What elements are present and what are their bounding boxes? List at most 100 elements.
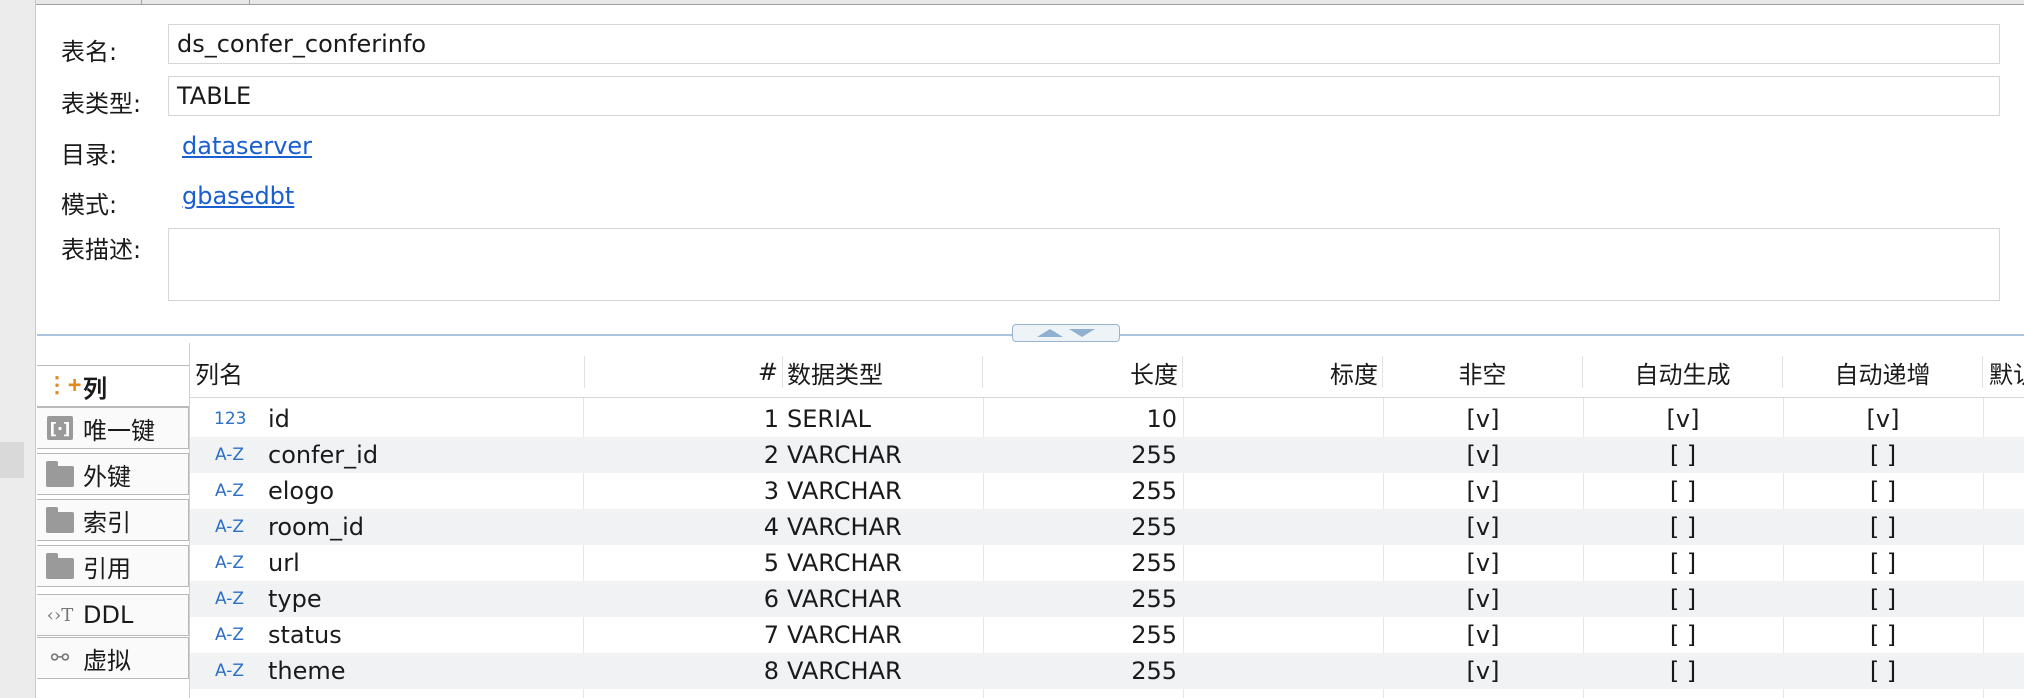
ordinal-cell: 3 (585, 473, 779, 509)
header-auto-increment[interactable]: 自动递增 (1783, 356, 1983, 389)
description-label: 表描述: (61, 236, 142, 264)
ordinal-cell: 7 (585, 617, 779, 653)
header-scale[interactable]: 标度 (1183, 356, 1383, 389)
auto-increment-cell-text: [ ] (1869, 621, 1897, 649)
not-null-cell-text: [v] (1466, 513, 1500, 541)
auto-increment-cell[interactable]: [ ] (1783, 653, 1983, 689)
not-null-cell-text: [v] (1466, 477, 1500, 505)
length-cell-text: 10 (1146, 405, 1177, 433)
auto-generated-cell[interactable]: [v] (1583, 401, 1783, 437)
column-name-cell-text: status (268, 621, 342, 649)
numeric-type-icon: 123 (214, 409, 247, 429)
collapse-up-icon[interactable] (1037, 329, 1063, 337)
description-field[interactable] (168, 228, 2000, 301)
expand-down-icon[interactable] (1069, 329, 1095, 337)
auto-generated-cell[interactable]: [ ] (1583, 473, 1783, 509)
side-tab-ddl[interactable]: ‹›T DDL (37, 594, 189, 636)
side-tab-foreign-keys[interactable]: 外键 (37, 453, 189, 495)
data-type-cell: VARCHAR (787, 437, 983, 473)
length-cell: 255 (983, 437, 1177, 473)
side-tab-label: DDL (83, 601, 134, 629)
header-not-null[interactable]: 非空 (1383, 356, 1583, 389)
folder-icon (45, 506, 75, 533)
auto-generated-cell[interactable]: [ ] (1583, 653, 1783, 689)
header-length[interactable]: 长度 (983, 356, 1183, 389)
table-type-field[interactable]: TABLE (168, 76, 2000, 116)
column-name-cell-text: room_id (268, 513, 364, 541)
auto-increment-cell[interactable]: [ ] (1783, 437, 1983, 473)
side-tab-label: 虚拟 (83, 646, 131, 675)
side-tab-columns[interactable]: ⋮+ 列 (37, 365, 189, 407)
ordinal-cell: 2 (585, 437, 779, 473)
data-type-cell-text: VARCHAR (787, 549, 902, 577)
column-name-cell: elogo (268, 473, 578, 509)
header-column-name[interactable]: 列名 (195, 356, 585, 389)
auto-increment-cell[interactable]: [ ] (1783, 509, 1983, 545)
table-row[interactable]: A-Z type 6 VARCHAR 255 [v] [ ] [ ] (190, 581, 2024, 617)
table-name-field[interactable]: ds_confer_conferinfo (168, 24, 2000, 64)
not-null-cell-text: [v] (1466, 441, 1500, 469)
side-tab-virtual[interactable]: ⚯ 虚拟 (37, 637, 189, 679)
ordinal-cell-text: 1 (763, 405, 779, 433)
column-name-cell: confer_id (268, 437, 578, 473)
side-tab-label: 列 (83, 374, 107, 403)
table-row[interactable]: A-Z confer_id 2 VARCHAR 255 [v] [ ] [ ] (190, 437, 2024, 473)
auto-generated-cell-text: [v] (1666, 405, 1700, 433)
not-null-cell[interactable]: [v] (1383, 401, 1583, 437)
auto-generated-cell[interactable]: [ ] (1583, 581, 1783, 617)
length-cell: 255 (983, 545, 1177, 581)
auto-generated-cell[interactable]: [ ] (1583, 509, 1783, 545)
scale-cell (1183, 617, 1377, 653)
text-type-icon: A-Z (214, 481, 244, 501)
not-null-cell[interactable]: [v] (1383, 545, 1583, 581)
header-data-type[interactable]: 数据类型 (783, 356, 983, 389)
not-null-cell[interactable]: [v] (1383, 581, 1583, 617)
table-row[interactable]: A-Z status 7 VARCHAR 255 [v] [ ] [ ] (190, 617, 2024, 653)
text-type-icon: A-Z (214, 625, 244, 645)
not-null-cell[interactable]: [v] (1383, 617, 1583, 653)
side-tab-unique-keys[interactable]: [·] 唯一键 (37, 407, 189, 449)
text-type-icon: A-Z (214, 553, 244, 573)
table-row[interactable]: A-Z room_id 4 VARCHAR 255 [v] [ ] [ ] (190, 509, 2024, 545)
auto-increment-cell[interactable]: [ ] (1783, 581, 1983, 617)
not-null-cell[interactable]: [v] (1383, 437, 1583, 473)
auto-increment-cell[interactable]: [ ] (1783, 617, 1983, 653)
catalog-link[interactable]: dataserver (182, 132, 312, 160)
auto-generated-cell-text: [ ] (1669, 585, 1697, 613)
columns-icon: ⋮+ (46, 373, 82, 398)
schema-link[interactable]: gbasedbt (182, 182, 294, 210)
side-tab-bar: ⋮+ 列 [·] 唯一键 外键 索引 引用 ‹›T DDL ⚯ 虚拟 (37, 343, 189, 698)
type-icon: 123 (210, 401, 250, 437)
auto-generated-cell[interactable]: [ ] (1583, 545, 1783, 581)
auto-generated-cell[interactable]: [ ] (1583, 617, 1783, 653)
panel-splitter[interactable] (37, 324, 2024, 342)
table-row[interactable]: A-Z url 5 VARCHAR 255 [v] [ ] [ ] (190, 545, 2024, 581)
table-row[interactable]: A-Z elogo 3 VARCHAR 255 [v] [ ] [ ] (190, 473, 2024, 509)
scale-cell (1183, 509, 1377, 545)
not-null-cell[interactable]: [v] (1383, 473, 1583, 509)
data-type-cell: SERIAL (787, 401, 983, 437)
text-type-icon: A-Z (214, 445, 244, 465)
auto-increment-cell[interactable]: [v] (1783, 401, 1983, 437)
text-type-icon: A-Z (214, 517, 244, 537)
table-row[interactable]: 123 id 1 SERIAL 10 [v] [v] [v] (190, 401, 2024, 437)
side-tab-label: 索引 (83, 508, 131, 537)
data-type-cell-text: VARCHAR (787, 657, 902, 685)
ordinal-cell-text: 2 (763, 441, 779, 469)
not-null-cell[interactable]: [v] (1383, 509, 1583, 545)
not-null-cell[interactable]: [v] (1383, 653, 1583, 689)
type-icon: A-Z (210, 545, 250, 581)
auto-generated-cell[interactable]: [ ] (1583, 437, 1783, 473)
left-gutter (0, 0, 36, 698)
side-tab-indexes[interactable]: 索引 (37, 499, 189, 541)
column-name-cell: type (268, 581, 578, 617)
header-ordinal[interactable]: # (585, 356, 783, 388)
splitter-handle[interactable] (1012, 324, 1120, 342)
table-row[interactable]: A-Z theme 8 VARCHAR 255 [v] [ ] [ ] (190, 653, 2024, 689)
auto-increment-cell[interactable]: [ ] (1783, 473, 1983, 509)
auto-increment-cell[interactable]: [ ] (1783, 545, 1983, 581)
side-tab-references[interactable]: 引用 (37, 545, 189, 587)
header-auto-generated[interactable]: 自动生成 (1583, 356, 1783, 389)
column-name-cell-text: theme (268, 657, 346, 685)
header-default[interactable]: 默认 (1989, 356, 2024, 389)
